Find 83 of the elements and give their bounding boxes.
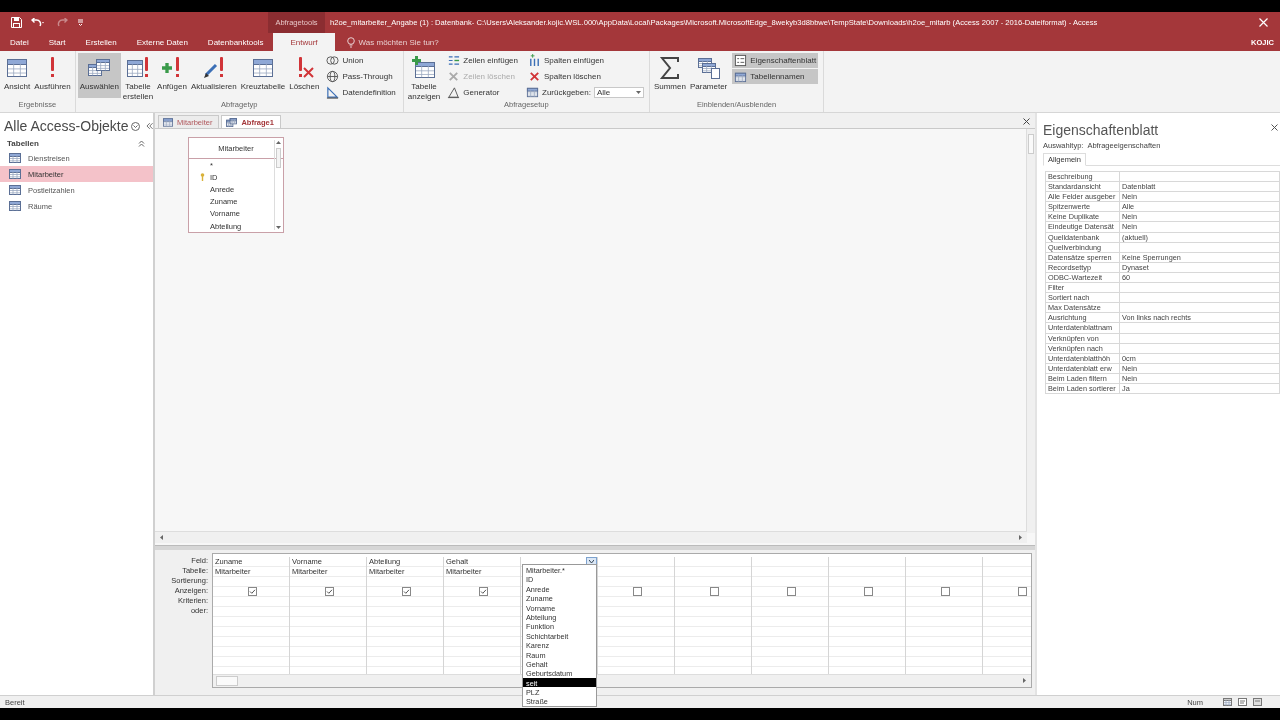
cross-icon [447, 70, 461, 83]
checkbox[interactable] [401, 587, 411, 596]
ribbon-button[interactable]: Union [324, 53, 398, 68]
pane-title: Alle Access-Objekte [4, 118, 129, 134]
ribbon-button[interactable]: Aktualisieren [188, 53, 239, 98]
checkbox[interactable] [709, 587, 719, 596]
scroll-thumb[interactable] [276, 148, 281, 168]
ribbon-button[interactable]: Parameter [687, 53, 730, 98]
chevron-circle-icon[interactable] [130, 121, 140, 131]
datasheet-view-icon[interactable] [1223, 698, 1232, 706]
field-label: Zurückgeben: [542, 88, 591, 97]
globe-icon [326, 70, 340, 83]
table-icon [734, 70, 748, 83]
caret-icon [635, 91, 641, 94]
table-icon [9, 201, 21, 211]
customize-icon[interactable] [77, 19, 84, 26]
sql-view-icon[interactable] [1238, 698, 1247, 706]
tell-me-field[interactable]: Was möchten Sie tun? [358, 37, 439, 47]
horizontal-scrollbar[interactable] [213, 674, 1031, 687]
pane-title: Eigenschaftenblatt [1043, 122, 1159, 140]
ribbon-button[interactable]: Löschen [287, 53, 322, 98]
horizontal-scrollbar[interactable] [155, 531, 1027, 543]
close-icon[interactable] [1023, 118, 1030, 125]
ribbon-button[interactable]: Generator [445, 85, 520, 100]
ribbon-button[interactable]: Eigenschaftenblatt [732, 53, 819, 68]
ribbon-tab[interactable]: Erstellen [75, 33, 127, 51]
checkbox[interactable] [247, 587, 257, 596]
scroll-up-icon[interactable] [275, 140, 282, 146]
checkbox[interactable] [324, 587, 334, 596]
rows-icon [447, 54, 461, 67]
checkbox[interactable] [1017, 587, 1027, 596]
table-icon [9, 185, 21, 195]
ribbon-button[interactable]: Summen [651, 53, 688, 98]
circles-icon [326, 54, 340, 67]
scroll-down-icon[interactable] [275, 224, 282, 230]
scroll-right-icon [1021, 677, 1027, 684]
scroll-left-icon[interactable] [159, 534, 165, 541]
vertical-scrollbar[interactable] [1026, 129, 1035, 533]
close-icon[interactable] [1271, 124, 1278, 131]
table-plus-icon [411, 55, 438, 81]
checkbox[interactable] [863, 587, 873, 596]
columns-icon [528, 54, 541, 67]
checkbox[interactable] [632, 587, 642, 596]
ribbon-tab[interactable]: Entwurf [273, 33, 335, 51]
checkbox[interactable] [786, 587, 796, 596]
triangle-icon [447, 86, 461, 99]
cross-icon [528, 70, 541, 83]
ruler-icon [326, 86, 340, 99]
ribbon-button[interactable]: Anfügen [155, 53, 189, 98]
section-header: Tabellen [7, 139, 39, 148]
caret-icon [589, 560, 594, 563]
save-icon[interactable] [11, 17, 22, 28]
checkbox[interactable] [940, 587, 950, 596]
ribbon-button[interactable]: Kreuztabelle [238, 53, 288, 98]
return-combo[interactable]: Alle [593, 87, 644, 98]
ribbon-button[interactable]: Pass-Through [324, 69, 398, 84]
design-view-icon[interactable] [1253, 698, 1262, 706]
table-icon [526, 86, 539, 99]
ribbon-button[interactable]: Ausführen [32, 53, 73, 98]
scroll-right-icon[interactable] [1017, 534, 1023, 541]
scroll-thumb[interactable] [1028, 134, 1034, 154]
ribbon-tab[interactable]: Datenbanktools [197, 33, 274, 51]
ribbon-button[interactable]: Ansicht [2, 53, 33, 98]
collapse-chevron-icon[interactable] [138, 140, 145, 147]
ribbon-button[interactable]: Spalten einfügen [526, 53, 644, 68]
ribbon-button[interactable]: Tabelle erstellen [120, 53, 156, 98]
table-icon [9, 153, 21, 163]
ribbon-tab[interactable]: Start [38, 33, 76, 51]
vertical-scrollbar[interactable] [274, 140, 282, 230]
table-icon [9, 169, 21, 179]
checkbox[interactable] [478, 587, 488, 596]
scroll-thumb[interactable] [216, 676, 238, 686]
ribbon-button[interactable]: Spalten löschen [526, 69, 644, 84]
ribbon-button[interactable]: Auswählen [77, 53, 121, 98]
ribbon-tab[interactable]: Externe Daten [126, 33, 198, 51]
ribbon-button[interactable]: Tabellennamen [732, 69, 819, 84]
lightbulb-icon [346, 36, 355, 48]
ribbon-button[interactable]: Datendefinition [324, 85, 398, 100]
ribbon-tab[interactable]: Datei [0, 33, 39, 51]
ribbon-button[interactable]: Zeilen einfügen [445, 53, 520, 68]
list-icon [734, 54, 748, 67]
collapse-icon[interactable] [145, 122, 153, 130]
undo-icon[interactable] [31, 17, 45, 28]
